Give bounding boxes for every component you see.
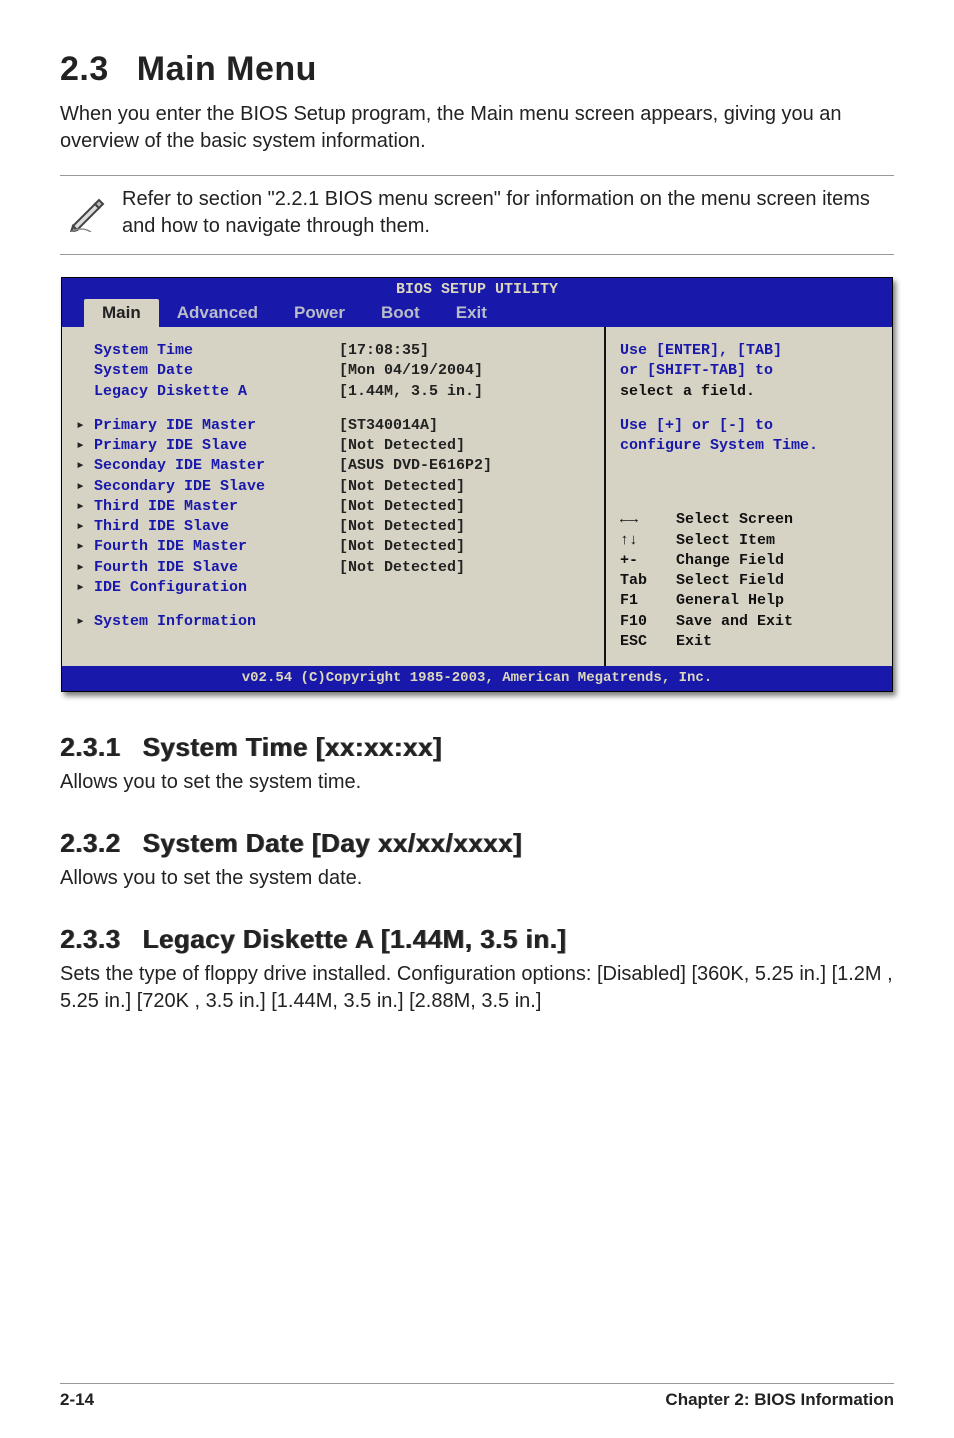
field-ide-configuration[interactable]: ▸IDE Configuration [76,578,594,598]
value: [ST340014A] [339,416,438,436]
field-third-ide-master[interactable]: ▸Third IDE Master[Not Detected] [76,497,594,517]
subsection-number: 2.3.3 [60,924,120,955]
subsection-title: System Date [Day xx/xx/xxxx] [142,828,522,858]
tab-boot[interactable]: Boot [363,302,438,325]
bios-footer: v02.54 (C)Copyright 1985-2003, American … [62,666,892,691]
tab-exit[interactable]: Exit [438,302,505,325]
value: [Not Detected] [339,537,465,557]
subsection-heading: 2.3.3 Legacy Diskette A [1.44M, 3.5 in.] [60,924,894,955]
help-line: Use [ENTER], [TAB] [620,341,880,361]
field-system-information[interactable]: ▸System Information [76,612,594,632]
subsection-text: Allows you to set the system time. [60,769,894,796]
key: ESC [620,632,676,652]
key-desc: Select Item [676,531,775,551]
note-block: Refer to section "2.2.1 BIOS menu screen… [60,175,894,255]
label: Third IDE Slave [94,517,339,537]
value: [Mon 04/19/2004] [339,361,483,381]
value: [Not Detected] [339,497,465,517]
subsection-title: Legacy Diskette A [1.44M, 3.5 in.] [142,924,566,954]
field-fourth-ide-master[interactable]: ▸Fourth IDE Master[Not Detected] [76,537,594,557]
subsection-heading: 2.3.1 System Time [xx:xx:xx] [60,732,894,763]
value: [Not Detected] [339,517,465,537]
bios-tabs: Main Advanced Power Boot Exit [62,299,892,327]
value: [1.44M, 3.5 in.] [339,382,483,402]
help-keys: ←→Select Screen ↑↓Select Item +-Change F… [620,510,880,652]
bios-title: BIOS SETUP UTILITY [62,278,892,299]
subsection-number: 2.3.1 [60,732,120,763]
field-primary-ide-slave[interactable]: ▸Primary IDE Slave[Not Detected] [76,436,594,456]
key-desc: Select Screen [676,510,793,530]
tab-advanced[interactable]: Advanced [159,302,276,325]
key: ←→ [620,510,676,530]
label: System Information [94,612,339,632]
bios-help-pane: Use [ENTER], [TAB] or [SHIFT-TAB] to sel… [604,327,892,666]
section-intro: When you enter the BIOS Setup program, t… [60,101,894,155]
label: Seconday IDE Master [94,456,339,476]
label: Primary IDE Master [94,416,339,436]
page-footer: 2-14 Chapter 2: BIOS Information [60,1383,894,1410]
value: [Not Detected] [339,558,465,578]
bios-screenshot: BIOS SETUP UTILITY Main Advanced Power B… [61,277,893,692]
label: Primary IDE Slave [94,436,339,456]
label: System Date [94,361,339,381]
value: [Not Detected] [339,436,465,456]
label: Legacy Diskette A [94,382,339,402]
field-third-ide-slave[interactable]: ▸Third IDE Slave[Not Detected] [76,517,594,537]
key-desc: Exit [676,632,712,652]
page-footer-title: Chapter 2: BIOS Information [665,1390,894,1410]
key: F1 [620,591,676,611]
key: +- [620,551,676,571]
label: System Time [94,341,339,361]
help-line: select a field. [620,382,880,402]
label: Secondary IDE Slave [94,477,339,497]
key: F10 [620,612,676,632]
help-line: Use [+] or [-] to [620,416,880,436]
key-desc: Save and Exit [676,612,793,632]
tab-power[interactable]: Power [276,302,363,325]
help-line: configure System Time. [620,436,880,456]
field-fourth-ide-slave[interactable]: ▸Fourth IDE Slave[Not Detected] [76,558,594,578]
value: [ASUS DVD-E616P2] [339,456,492,476]
label: IDE Configuration [94,578,339,598]
key: ↑↓ [620,531,676,551]
subsection-number: 2.3.2 [60,828,120,859]
help-line: or [SHIFT-TAB] to [620,361,880,381]
note-text: Refer to section "2.2.1 BIOS menu screen… [114,186,894,240]
label: Third IDE Master [94,497,339,517]
pencil-note-icon [60,186,114,237]
section-number: 2.3 [60,50,109,89]
bios-left-pane: System Time[17:08:35] System Date[Mon 04… [62,327,604,666]
subsection-text: Sets the type of floppy drive installed.… [60,961,894,1015]
section-title: Main Menu [137,50,317,88]
label: Fourth IDE Slave [94,558,339,578]
tab-main[interactable]: Main [84,299,159,327]
field-primary-ide-master[interactable]: ▸Primary IDE Master[ST340014A] [76,416,594,436]
field-system-time[interactable]: System Time[17:08:35] [76,341,594,361]
section-heading: 2.3 Main Menu [60,50,894,89]
field-secondary-ide-slave[interactable]: ▸Secondary IDE Slave[Not Detected] [76,477,594,497]
subsection-heading: 2.3.2 System Date [Day xx/xx/xxxx] [60,828,894,859]
page-number: 2-14 [60,1390,94,1410]
label: Fourth IDE Master [94,537,339,557]
key-desc: Change Field [676,551,784,571]
field-system-date[interactable]: System Date[Mon 04/19/2004] [76,361,594,381]
key-desc: General Help [676,591,784,611]
key: Tab [620,571,676,591]
subsection-title: System Time [xx:xx:xx] [142,732,442,762]
subsection-text: Allows you to set the system date. [60,865,894,892]
value: [17:08:35] [339,341,429,361]
key-desc: Select Field [676,571,784,591]
field-legacy-diskette[interactable]: Legacy Diskette A[1.44M, 3.5 in.] [76,382,594,402]
field-secondary-ide-master[interactable]: ▸Seconday IDE Master[ASUS DVD-E616P2] [76,456,594,476]
value: [Not Detected] [339,477,465,497]
